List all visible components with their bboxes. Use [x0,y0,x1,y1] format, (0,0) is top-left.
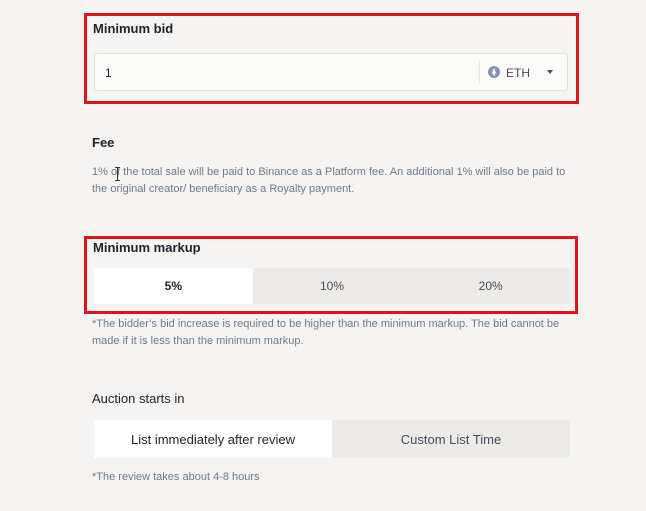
fee-title: Fee [92,135,115,150]
minimum-bid-field[interactable]: 1 ETH [94,53,568,91]
custom-list-time-option[interactable]: Custom List Time [332,420,570,458]
listing-form: Minimum bid 1 ETH Fee 1% of the total sa… [0,0,646,511]
auction-start-selector: List immediately after review Custom Lis… [94,420,570,458]
currency-select[interactable]: ETH [479,60,559,84]
text-cursor-icon [115,167,120,181]
minimum-markup-label: Minimum markup [93,240,201,255]
ethereum-icon [488,66,500,78]
auction-title: Auction starts in [92,391,185,406]
currency-label: ETH [506,66,530,80]
markup-option-5[interactable]: 5% [94,268,253,304]
list-immediately-option[interactable]: List immediately after review [94,420,332,458]
markup-option-10[interactable]: 10% [253,268,412,304]
minimum-markup-selector: 5% 10% 20% [94,268,570,304]
markup-note: *The bidder’s bid increase is required t… [92,318,560,347]
chevron-down-icon[interactable] [547,70,553,74]
fee-description: 1% of the total sale will be paid to Bin… [92,166,566,195]
markup-option-20[interactable]: 20% [411,268,570,304]
minimum-bid-label: Minimum bid [93,21,174,36]
review-note: *The review takes about 4-8 hours [92,471,260,483]
minimum-bid-value[interactable]: 1 [105,66,112,80]
